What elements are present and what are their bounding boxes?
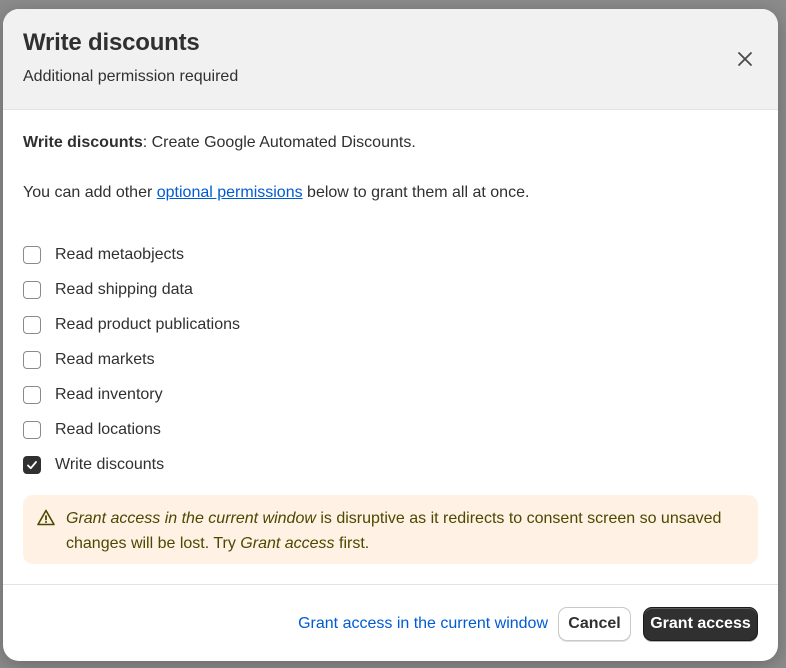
optional-description: You can add other optional permissions b… — [23, 184, 529, 202]
grant-access-button[interactable]: Grant access — [643, 607, 758, 641]
permission-label: Read shipping data — [55, 280, 193, 298]
permission-option-write-discounts[interactable]: Write discounts — [23, 447, 240, 482]
dialog-subtitle: Additional permission required — [23, 68, 239, 85]
scope-description: Write discounts: Create Google Automated… — [23, 134, 416, 152]
warning-emphasis: Grant access in the current window — [66, 510, 316, 527]
checkbox-checked[interactable] — [23, 455, 41, 474]
optional-prefix: You can add other — [23, 184, 157, 201]
checkbox[interactable] — [23, 385, 41, 404]
permission-label: Write discounts — [55, 455, 165, 473]
checkbox[interactable] — [23, 280, 41, 299]
permission-label: Read metaobjects — [55, 245, 184, 263]
permission-label: Read inventory — [55, 385, 163, 403]
checkbox[interactable] — [23, 245, 41, 264]
permission-option-read-product-publications[interactable]: Read product publications — [23, 307, 240, 342]
permission-option-read-markets[interactable]: Read markets — [23, 342, 240, 377]
scope-text: : Create Google Automated Discounts. — [142, 134, 416, 151]
optional-permissions-link[interactable]: optional permissions — [157, 184, 303, 201]
permission-label: Read markets — [55, 350, 155, 368]
warning-banner: Grant access in the current window is di… — [23, 495, 758, 564]
permission-dialog: Write discounts Additional permission re… — [3, 9, 778, 661]
checkbox[interactable] — [23, 315, 41, 334]
permission-label: Read locations — [55, 420, 161, 438]
permission-option-read-shipping[interactable]: Read shipping data — [23, 272, 240, 307]
permission-option-read-metaobjects[interactable]: Read metaobjects — [23, 237, 240, 272]
dialog-footer: Grant access in the current window Cance… — [3, 584, 778, 661]
warning-emphasis-2: Grant access — [240, 535, 335, 552]
permission-option-read-locations[interactable]: Read locations — [23, 412, 240, 447]
warning-triangle-icon — [37, 509, 55, 526]
permission-option-read-inventory[interactable]: Read inventory — [23, 377, 240, 412]
scope-name: Write discounts — [23, 134, 143, 151]
permission-list: Read metaobjects Read shipping data Read… — [23, 237, 240, 482]
dialog-title: Write discounts — [23, 29, 200, 56]
cancel-button[interactable]: Cancel — [558, 607, 631, 641]
close-icon — [738, 52, 752, 66]
optional-suffix: below to grant them all at once. — [302, 184, 530, 201]
warning-end: first. — [334, 535, 370, 552]
permission-label: Read product publications — [55, 315, 241, 333]
dialog-header: Write discounts Additional permission re… — [3, 9, 778, 110]
checkbox[interactable] — [23, 350, 41, 369]
checkmark-icon — [27, 460, 37, 469]
grant-current-window-link[interactable]: Grant access in the current window — [298, 615, 548, 633]
checkbox[interactable] — [23, 420, 41, 439]
warning-text: Grant access in the current window is di… — [66, 506, 746, 556]
close-button[interactable] — [731, 45, 759, 73]
